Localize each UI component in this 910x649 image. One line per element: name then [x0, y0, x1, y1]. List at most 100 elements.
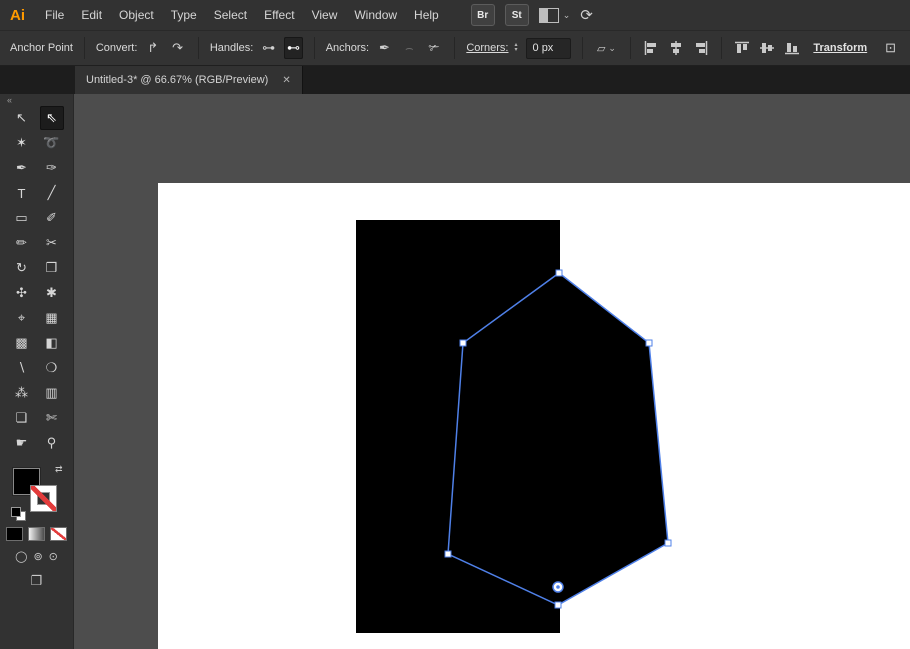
bridge-badge-icon[interactable]: Br	[470, 4, 495, 26]
handles-label: Handles:	[209, 42, 254, 54]
menu-bar: Ai File Edit Object Type Select Effect View Win…	[0, 0, 910, 31]
hand-tool[interactable]: ☛	[10, 431, 34, 455]
separator	[582, 37, 583, 59]
none-button[interactable]	[50, 527, 67, 541]
convert-to-smooth-button[interactable]: ↷	[168, 37, 187, 59]
canvas-svg[interactable]	[74, 94, 910, 649]
align-horizontal-center-button[interactable]	[667, 37, 686, 59]
stroke-swatch[interactable]	[29, 485, 57, 512]
eyedropper-tool[interactable]: ∖	[10, 356, 34, 380]
lasso-tool[interactable]: ➰	[40, 131, 64, 155]
canvas-area[interactable]	[74, 94, 910, 649]
align-horizontal-left-button[interactable]	[642, 37, 661, 59]
anchor-point[interactable]	[444, 550, 452, 558]
slice-tool[interactable]: ✄	[40, 406, 64, 430]
menu-list: File Edit Object Type Select Effect View Window…	[45, 8, 439, 22]
fill-type-row	[6, 527, 67, 541]
perspective-grid-tool[interactable]: ▦	[40, 306, 64, 330]
pen-tool[interactable]: ✒	[10, 156, 34, 180]
hide-handles-button[interactable]: ⊶	[259, 37, 278, 59]
align-horizontal-right-button[interactable]	[691, 37, 710, 59]
color-button[interactable]	[6, 527, 23, 541]
type-tool[interactable]: T	[10, 181, 34, 205]
column-graph-tool[interactable]: ▥	[40, 381, 64, 405]
paintbrush-tool[interactable]: ✐	[40, 206, 64, 230]
draw-modes-row: ◯ ⊚ ⊙	[15, 550, 58, 563]
pencil-tool[interactable]: ✏	[10, 231, 34, 255]
shape-builder-tool[interactable]: ⌖	[10, 306, 34, 330]
zoom-tool[interactable]: ⚲	[40, 431, 64, 455]
context-label: Anchor Point	[10, 42, 73, 54]
draw-behind-icon[interactable]: ⊚	[33, 550, 42, 563]
gradient-button[interactable]	[28, 527, 45, 541]
draw-normal-icon[interactable]: ◯	[15, 550, 27, 563]
align-horizontal-center-icon	[671, 41, 681, 55]
free-transform-tool[interactable]: ✱	[40, 281, 64, 305]
mesh-tool[interactable]: ▩	[10, 331, 34, 355]
scissors-tool[interactable]: ✂	[40, 231, 64, 255]
screen-mode-icon[interactable]: ❐	[31, 573, 43, 589]
curvature-tool[interactable]: ✑	[40, 156, 64, 180]
isolate-object-button[interactable]: ⊡	[881, 37, 900, 59]
align-horizontal-right-icon	[695, 41, 708, 55]
menu-item-select[interactable]: Select	[214, 8, 247, 22]
menu-item-file[interactable]: File	[45, 8, 64, 22]
anchor-point[interactable]	[554, 601, 562, 609]
shape-properties-button[interactable]: ▱ ⌄	[594, 37, 619, 59]
selection-tool[interactable]: ↖	[10, 106, 34, 130]
cut-path-button[interactable]: ✃	[425, 37, 444, 59]
anchor-point[interactable]	[459, 339, 467, 347]
stock-badge-icon[interactable]: St	[504, 4, 529, 26]
convert-to-corner-button[interactable]: ↱	[143, 37, 162, 59]
menu-item-object[interactable]: Object	[119, 8, 154, 22]
menu-item-help[interactable]: Help	[414, 8, 439, 22]
rectangle-tool[interactable]: ▭	[10, 206, 34, 230]
main-content: « ↖ ⇖ ✶ ➰ ✒ ✑ T ╱ ▭ ✐ ✏ ✂ ↻ ❒ ✣ ✱ ⌖ ▦ ▩ ◧ ∖ ❍ ⁂ ▥ ❏ ✄ ☛ ⚲ ⇄	[0, 94, 910, 649]
chevron-down-icon: ⌄	[562, 9, 571, 20]
menu-item-type[interactable]: Type	[171, 8, 197, 22]
corners-value-input[interactable]: 0 px	[525, 37, 572, 59]
anchor-point[interactable]	[645, 339, 653, 347]
draw-inside-icon[interactable]: ⊙	[49, 550, 58, 563]
align-vertical-bottom-button[interactable]	[783, 37, 802, 59]
magic-wand-tool[interactable]: ✶	[10, 131, 34, 155]
anchor-point[interactable]	[555, 269, 563, 277]
direct-selection-tool[interactable]: ⇖	[39, 106, 64, 130]
workspace-icon	[538, 7, 559, 23]
anchor-point[interactable]	[664, 539, 672, 547]
close-icon[interactable]: ✕	[282, 75, 290, 86]
show-handles-button[interactable]: ⊷	[284, 37, 303, 59]
share-icon[interactable]: ⟳	[580, 6, 593, 24]
artboard-tool[interactable]: ❏	[10, 406, 34, 430]
align-vertical-top-button[interactable]	[733, 37, 752, 59]
collapse-panel-icon[interactable]: «	[0, 94, 12, 106]
menu-item-view[interactable]: View	[312, 8, 338, 22]
scale-tool[interactable]: ❒	[40, 256, 64, 280]
transform-link[interactable]: Transform	[813, 42, 867, 54]
blend-tool[interactable]: ❍	[40, 356, 64, 380]
menu-item-edit[interactable]: Edit	[81, 8, 102, 22]
illustrator-window: Ai File Edit Object Type Select Effect View Win…	[0, 0, 910, 649]
align-vertical-center-button[interactable]	[758, 37, 777, 59]
gradient-tool[interactable]: ◧	[40, 331, 64, 355]
menu-item-effect[interactable]: Effect	[264, 8, 294, 22]
swap-fill-stroke-icon[interactable]: ⇄	[55, 464, 63, 475]
rotate-tool[interactable]: ↻	[10, 256, 34, 280]
anchors-label: Anchors:	[325, 42, 370, 54]
stepper-down-icon[interactable]: ▾	[515, 47, 518, 53]
menu-item-window[interactable]: Window	[354, 8, 397, 22]
line-segment-tool[interactable]: ╱	[40, 181, 64, 205]
workspace-switcher[interactable]: ⌄	[538, 7, 571, 23]
document-tab-title: Untitled-3* @ 66.67% (RGB/Preview)	[86, 74, 269, 86]
app-logo: Ai	[10, 6, 25, 24]
default-fill-stroke-button[interactable]	[10, 507, 26, 521]
symbol-sprayer-tool[interactable]: ⁂	[10, 381, 34, 405]
corners-link[interactable]: Corners:	[466, 42, 508, 54]
corners-stepper[interactable]: ▴ ▾	[515, 42, 518, 53]
align-vertical-top-icon	[735, 41, 750, 53]
remove-anchor-button[interactable]: ✒	[375, 37, 394, 59]
document-tab[interactable]: Untitled-3* @ 66.67% (RGB/Preview) ✕	[75, 66, 303, 94]
tools-panel: « ↖ ⇖ ✶ ➰ ✒ ✑ T ╱ ▭ ✐ ✏ ✂ ↻ ❒ ✣ ✱ ⌖ ▦ ▩ ◧ ∖ ❍ ⁂ ▥ ❏ ✄ ☛ ⚲ ⇄	[0, 94, 74, 649]
separator	[83, 37, 85, 59]
width-tool[interactable]: ✣	[10, 281, 34, 305]
